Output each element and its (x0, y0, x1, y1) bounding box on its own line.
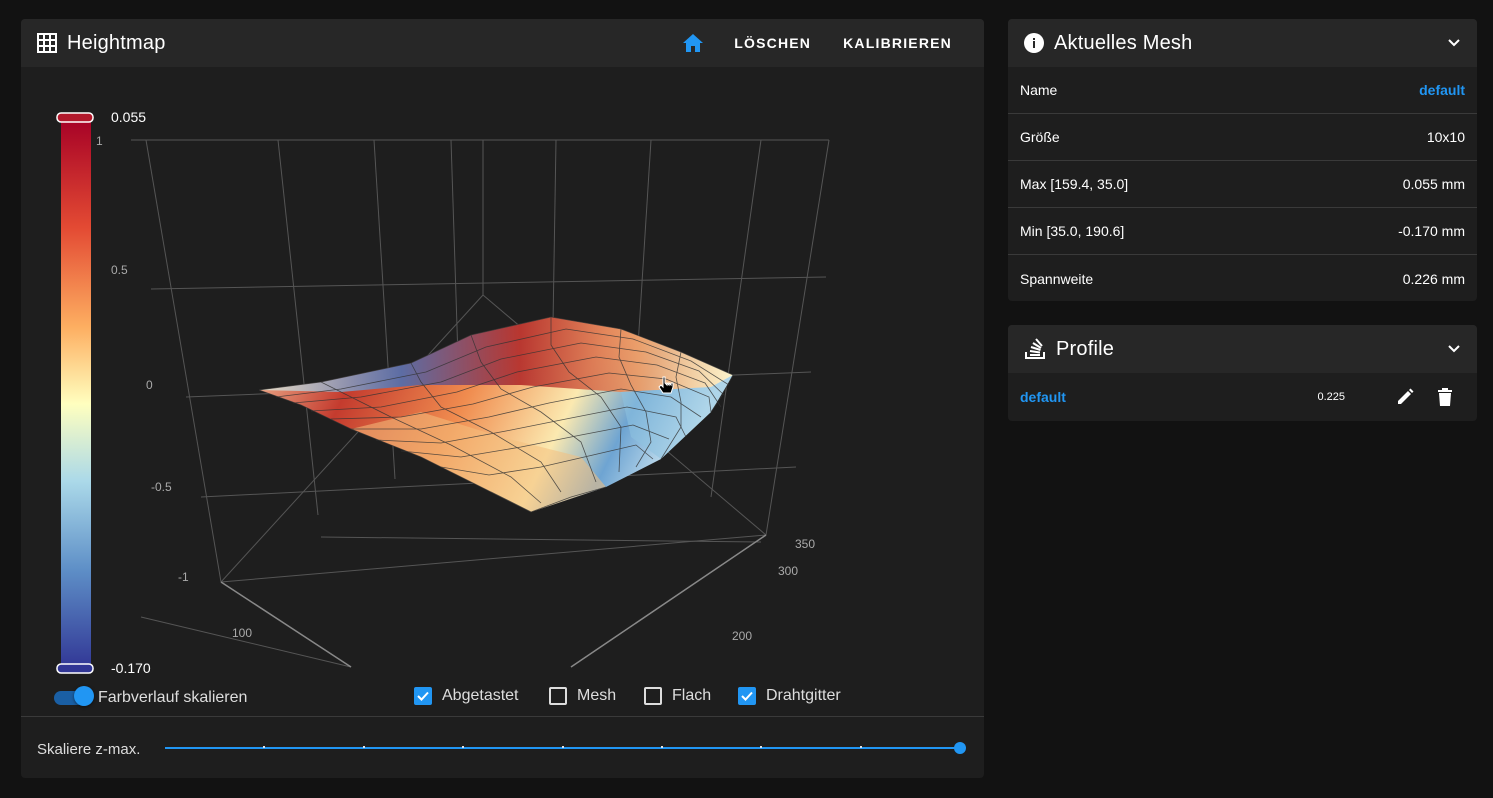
colorbar-max-label: 0.055 (111, 109, 146, 125)
mesh-row-value: -0.170 mm (1398, 223, 1465, 239)
z-tick-1: 1 (96, 134, 103, 148)
slider-tick (363, 746, 365, 748)
heightmap-plot-svg[interactable]: 0.055 -0.170 1 0.5 0 -0.5 -1 100 200 300… (21, 67, 984, 687)
chevron-down-icon[interactable] (1447, 38, 1461, 48)
z-tick-0: 0 (146, 378, 153, 392)
checkbox-flat[interactable]: Flach (644, 687, 711, 705)
current-mesh-card: Aktuelles Mesh Name default Größe 10x10 … (1008, 19, 1477, 301)
slider-tick (661, 746, 663, 748)
mesh-row-max: Max [159.4, 35.0] 0.055 mm (1008, 161, 1477, 208)
profile-value: 0.225 (1317, 391, 1345, 403)
heightmap-header: Heightmap LÖSCHEN KALIBRIEREN (21, 19, 984, 67)
delete-profile-button[interactable] (1425, 377, 1465, 417)
pencil-icon (1398, 388, 1414, 404)
home-button[interactable] (668, 25, 718, 61)
current-mesh-table: Name default Größe 10x10 Max [159.4, 35.… (1008, 67, 1477, 301)
checkbox-flat-label: Flach (672, 687, 712, 704)
x-tick-100: 100 (232, 626, 252, 640)
mesh-row-value: 10x10 (1426, 129, 1465, 145)
checkbox-flat-box[interactable] (644, 687, 662, 705)
mesh-row-key: Größe (1020, 129, 1060, 145)
y-tick-200: 200 (732, 629, 752, 643)
check-icon (741, 691, 753, 701)
checkbox-wireframe-box[interactable] (738, 687, 756, 705)
edit-profile-button[interactable] (1385, 377, 1425, 417)
checkbox-mesh-label: Mesh (577, 687, 617, 704)
colorbar-min-label: -0.170 (111, 660, 151, 676)
slider-tick (562, 746, 564, 748)
slider-tick (860, 746, 862, 748)
heightmap-surface (258, 316, 734, 513)
heightmap-title: Heightmap (67, 31, 166, 54)
stack-icon (1024, 338, 1046, 360)
home-icon (682, 33, 704, 53)
scale-gradient-toggle[interactable]: Farbverlauf skalieren (54, 686, 248, 707)
z-tick-0.5: 0.5 (111, 263, 128, 277)
zmax-slider-track[interactable] (165, 746, 961, 749)
checkbox-sampled-box[interactable] (414, 687, 432, 705)
y-tick-300: 300 (778, 564, 798, 578)
scale-gradient-label: Farbverlauf skalieren (98, 689, 248, 706)
z-tick-neg1: -1 (178, 570, 189, 584)
plot-axes (220, 534, 767, 668)
colorbar (61, 117, 91, 669)
profile-item: default 0.225 (1008, 373, 1477, 421)
checkbox-sampled[interactable]: Abgetastet (414, 687, 519, 705)
check-icon (417, 691, 429, 701)
mesh-row-min: Min [35.0, 190.6] -0.170 mm (1008, 208, 1477, 255)
mesh-row-name: Name default (1008, 67, 1477, 114)
checkbox-wireframe[interactable]: Drahtgitter (738, 687, 841, 705)
slider-tick (760, 746, 762, 748)
heightmap-plot[interactable]: 0.055 -0.170 1 0.5 0 -0.5 -1 100 200 300… (21, 67, 984, 687)
profiles-header[interactable]: Profile (1008, 325, 1477, 373)
checkbox-wireframe-label: Drahtgitter (766, 687, 841, 704)
mesh-row-key: Max [159.4, 35.0] (1020, 176, 1129, 192)
heightmap-controls: Farbverlauf skalieren Abgetastet Mesh Fl… (21, 681, 984, 717)
trash-icon (1438, 388, 1452, 406)
grid-icon (37, 33, 57, 53)
colorbar-max-handle[interactable] (56, 112, 94, 123)
zmax-slider-row: Skaliere z-max. (21, 717, 984, 778)
z-tick-neg0.5: -0.5 (151, 480, 172, 494)
calibrate-button[interactable]: KALIBRIEREN (827, 25, 968, 61)
mesh-row-key: Min [35.0, 190.6] (1020, 223, 1125, 239)
slider-tick (462, 746, 464, 748)
profiles-title: Profile (1056, 337, 1115, 360)
slider-tick (263, 746, 265, 748)
checkbox-mesh[interactable]: Mesh (549, 687, 616, 705)
mesh-name-link[interactable]: default (1419, 82, 1465, 98)
current-mesh-header[interactable]: Aktuelles Mesh (1008, 19, 1477, 67)
current-mesh-title: Aktuelles Mesh (1054, 31, 1193, 54)
checkbox-mesh-box[interactable] (549, 687, 567, 705)
mesh-row-size: Größe 10x10 (1008, 114, 1477, 161)
mesh-row-range: Spannweite 0.226 mm (1008, 255, 1477, 301)
heightmap-card: Heightmap LÖSCHEN KALIBRIEREN 0.055 -0.1… (21, 19, 984, 778)
mesh-row-key: Name (1020, 82, 1058, 98)
clear-button[interactable]: LÖSCHEN (718, 25, 827, 61)
y-tick-350: 350 (795, 537, 815, 551)
zmax-slider-thumb[interactable] (954, 742, 966, 754)
toggle-thumb[interactable] (74, 686, 94, 706)
zmax-slider-label: Skaliere z-max. (37, 741, 141, 758)
colorbar-min-handle[interactable] (56, 663, 94, 674)
checkbox-sampled-label: Abgetastet (442, 687, 519, 704)
mesh-row-value: 0.226 mm (1402, 270, 1465, 287)
profile-name-link[interactable]: default (1020, 389, 1066, 405)
info-icon (1024, 33, 1044, 53)
chevron-down-icon[interactable] (1447, 344, 1461, 354)
mesh-row-value: 0.055 mm (1402, 176, 1465, 192)
mesh-row-key: Spannweite (1020, 270, 1094, 287)
profiles-card: Profile default 0.225 (1008, 325, 1477, 421)
